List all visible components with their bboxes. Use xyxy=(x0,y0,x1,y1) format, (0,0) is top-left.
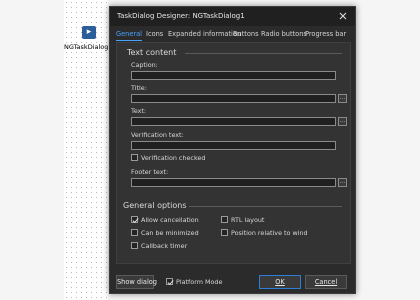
checkmark-icon xyxy=(167,280,174,286)
section-divider xyxy=(185,53,342,54)
window-title: TaskDialog Designer: NGTaskDialog1 xyxy=(117,12,245,20)
callback-timer-checkbox[interactable] xyxy=(131,242,138,249)
title-bar: TaskDialog Designer: NGTaskDialog1 xyxy=(110,7,355,26)
verification-text-input[interactable] xyxy=(131,141,336,150)
verification-text-label: Verification text: xyxy=(131,131,184,139)
rtl-layout-label: RTL layout xyxy=(231,216,265,224)
general-options-heading: General options xyxy=(123,201,187,210)
verification-checked-checkbox[interactable] xyxy=(131,154,138,161)
footer-text-input[interactable] xyxy=(131,178,336,187)
callback-timer-label: Callback timer xyxy=(141,242,188,250)
caption-input[interactable] xyxy=(131,71,336,80)
show-dialog-button[interactable]: Show dialog xyxy=(116,275,157,289)
verification-checked-label: Verification checked xyxy=(141,154,206,162)
position-relative-checkbox[interactable] xyxy=(221,229,228,236)
tab-icons[interactable]: Icons xyxy=(146,29,163,40)
close-icon[interactable] xyxy=(337,10,349,22)
task-dialog-designer-window: TaskDialog Designer: NGTaskDialog1 Gener… xyxy=(109,6,356,294)
can-be-minimized-label: Can be minimized xyxy=(141,229,199,237)
task-dialog-component-icon[interactable]: ▸ xyxy=(82,26,96,39)
footer-edit-button[interactable]: ... xyxy=(338,178,347,187)
general-tab-panel: Text content Caption: Title: ... Text: .… xyxy=(116,42,351,264)
allow-cancellation-label: Allow cancellation xyxy=(141,216,199,224)
tab-progress-bar[interactable]: Progress bar xyxy=(305,29,346,40)
checkmark-icon xyxy=(132,218,139,224)
can-be-minimized-checkbox[interactable] xyxy=(131,229,138,236)
platform-mode-checkbox[interactable] xyxy=(166,278,174,286)
text-content-heading: Text content xyxy=(127,48,177,57)
title-input[interactable] xyxy=(131,94,336,103)
footer-text-label: Footer text: xyxy=(131,168,169,176)
title-edit-button[interactable]: ... xyxy=(338,94,347,103)
tab-radio-buttons[interactable]: Radio buttons xyxy=(261,29,307,40)
cancel-button-label: Cancel xyxy=(314,278,338,286)
ok-button[interactable]: OK xyxy=(259,275,301,289)
ok-button-label: OK xyxy=(275,278,285,286)
text-label: Text: xyxy=(131,107,147,115)
caption-label: Caption: xyxy=(131,61,158,69)
tab-general[interactable]: General xyxy=(116,29,142,41)
tab-strip: General Icons Expanded information Butto… xyxy=(110,27,355,41)
rtl-layout-checkbox[interactable] xyxy=(221,216,228,223)
text-input[interactable] xyxy=(131,117,336,126)
tab-expanded-information[interactable]: Expanded information xyxy=(168,29,241,40)
position-relative-label: Position relative to window xyxy=(231,229,307,237)
text-edit-button[interactable]: ... xyxy=(338,117,347,126)
platform-mode-label: Platform Mode xyxy=(176,278,223,286)
allow-cancellation-checkbox[interactable] xyxy=(131,216,139,224)
title-label: Title: xyxy=(131,84,147,92)
tab-buttons[interactable]: Buttons xyxy=(233,29,259,40)
cancel-button[interactable]: Cancel xyxy=(305,275,347,289)
section-divider xyxy=(189,206,342,207)
